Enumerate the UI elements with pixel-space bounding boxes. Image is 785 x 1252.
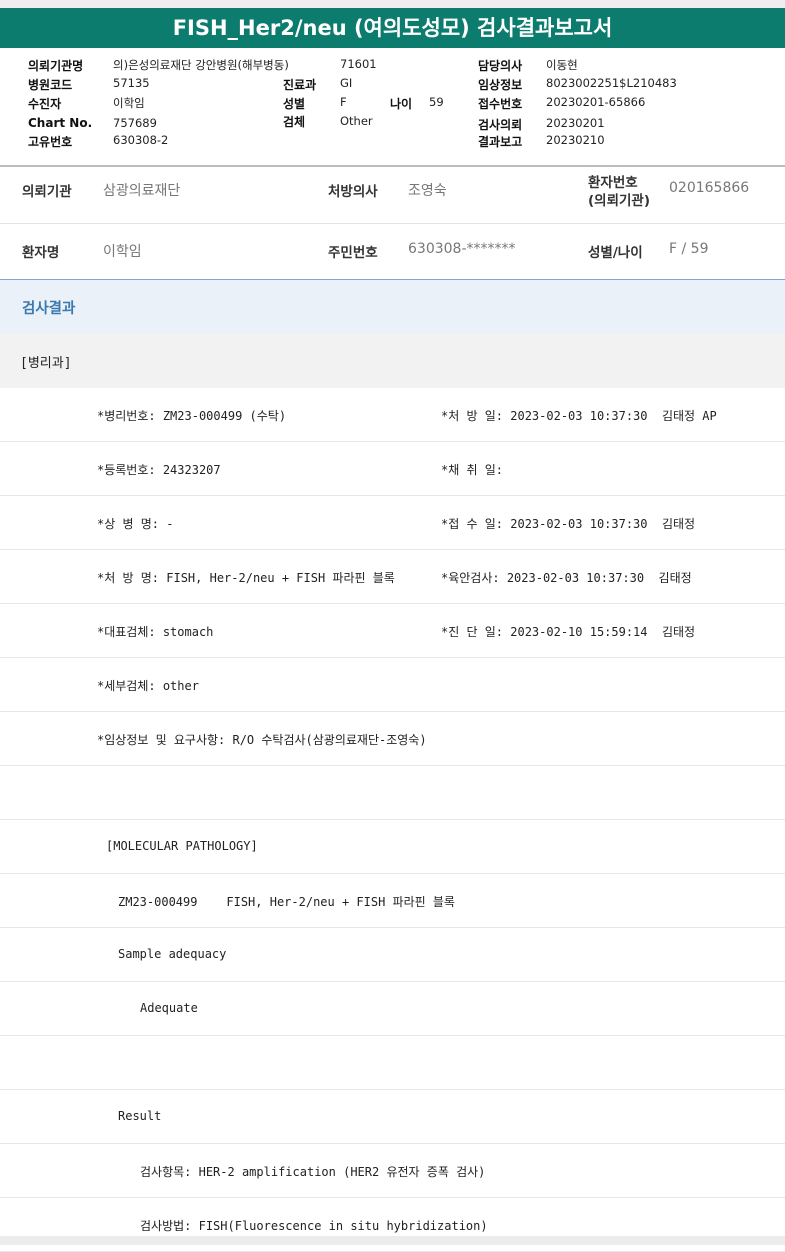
req-inst-value: 의)은성의료재단 강안병원(해부병동) [113,58,289,72]
age-value: 59 [429,95,444,109]
report-title: FISH_Her2/neu (여의도성모) 검사결과보고서 [0,8,785,48]
result-line: *병리번호: ZM23-000499 (수탁) *처 방 일: 2023-02-… [0,388,785,442]
result-line: Sample adequacy [0,928,785,982]
chart-value: 757689 [113,116,157,130]
result-line [0,1036,785,1090]
result-line: *처 방 명: FISH, Her-2/neu + FISH 파라핀 블록 *육… [0,550,785,604]
line-right: *처 방 일: 2023-02-03 10:37:30 김태정 AP [441,409,717,423]
info-pname-label: 환자명 [22,245,60,261]
bottom-scroll-bar[interactable] [0,1236,785,1245]
result-line: [MOLECULAR PATHOLOGY] [0,820,785,874]
line-left: *상 병 명: - [97,517,174,531]
specimen-value: Other [340,114,373,128]
info-presc-label: 처방의사 [328,184,378,200]
result-line: ZM23-000499 FISH, Her-2/neu + FISH 파라핀 블… [0,874,785,928]
chart-label: Chart No. [28,116,93,130]
result-line [0,766,785,820]
patient-value: 이학임 [113,96,145,110]
department-label: [병리과] [20,356,72,371]
receipt-value: 20230201-65866 [546,95,646,109]
hosp-code-label: 병원코드 [28,78,73,92]
unique-value: 630308-2 [113,133,169,147]
doctor-value: 이동현 [546,58,578,72]
info-row-2: 환자명 이학임 주민번호 630308-******* 성별/나이 F / 59 [0,223,785,280]
patient-info: 의뢰기관 삼광의료재단 처방의사 조영숙 환자번호 (의뢰기관) 0201658… [0,167,785,280]
result-line: Result [0,1090,785,1144]
report-header: 의뢰기관명 의)은성의료재단 강안병원(해부병동) 71601 담당의사 이동현… [0,48,785,167]
specimen-label: 검체 [283,115,306,129]
age-label: 나이 [390,97,413,111]
report-label: 결과보고 [478,135,523,149]
department-bar: [병리과] [0,334,785,388]
line-left: 검사항목: HER-2 amplification (HER2 유전자 증폭 검… [140,1165,486,1179]
line-left: *처 방 명: FISH, Her-2/neu + FISH 파라핀 블록 [97,571,395,585]
request-label: 검사의뢰 [478,118,523,132]
line-left: Result [118,1109,162,1123]
dept-value: GI [340,76,353,90]
result-title: 검사결과 [22,301,76,317]
report-value: 20230210 [546,133,605,147]
result-line: *세부검체: other [0,658,785,712]
line-right: *채 취 일: [441,463,504,477]
clinical-value: 8023002251$L210483 [546,76,677,90]
info-rrn-label: 주민번호 [328,245,378,261]
line-left: [MOLECULAR PATHOLOGY] [106,839,258,853]
info-pno-value: 020165866 [669,180,750,196]
line-right: *접 수 일: 2023-02-03 10:37:30 김태정 [441,517,696,531]
info-sexage-value: F / 59 [669,241,709,257]
result-line: Adequate [0,982,785,1036]
result-line: *상 병 명: - *접 수 일: 2023-02-03 10:37:30 김태… [0,496,785,550]
line-right: *육안검사: 2023-02-03 10:37:30 김태정 [441,571,692,585]
info-req-inst-label: 의뢰기관 [22,184,72,200]
result-lines: *병리번호: ZM23-000499 (수탁) *처 방 일: 2023-02-… [0,388,785,1252]
line-left: ZM23-000499 FISH, Her-2/neu + FISH 파라핀 블… [118,895,455,909]
doctor-label: 담당의사 [478,59,523,73]
clinical-label: 임상정보 [478,78,523,92]
sex-value: F [340,95,347,109]
top-band [0,0,785,8]
line-right: *진 단 일: 2023-02-10 15:59:14 김태정 [441,625,696,639]
info-row-1: 의뢰기관 삼광의료재단 처방의사 조영숙 환자번호 (의뢰기관) 0201658… [0,167,785,224]
line-left: *등록번호: 24323207 [97,463,221,477]
info-sexage-label: 성별/나이 [588,245,643,261]
info-pno-label-1: 환자번호 [588,175,638,191]
patient-label: 수진자 [28,97,62,111]
line-left: Adequate [140,1001,198,1015]
line-left: *임상정보 및 요구사항: R/O 수탁검사(삼광의료재단-조영숙) [97,733,427,747]
result-line: 검사항목: HER-2 amplification (HER2 유전자 증폭 검… [0,1144,785,1198]
request-value: 20230201 [546,116,605,130]
dept-label: 진료과 [283,78,317,92]
info-rrn-value: 630308-******* [408,241,516,257]
info-pname-value: 이학임 [103,244,142,260]
req-inst-label: 의뢰기관명 [28,59,84,73]
info-req-inst-value: 삼광의료재단 [103,183,181,199]
result-section-header: 검사결과 [0,279,785,334]
info-presc-value: 조영숙 [408,183,447,199]
sex-label: 성별 [283,97,306,111]
line-left: 검사방법: FISH(Fluorescence in situ hybridiz… [140,1219,488,1233]
hosp-code-value: 57135 [113,76,150,90]
result-line: *대표검체: stomach *진 단 일: 2023-02-10 15:59:… [0,604,785,658]
unique-label: 고유번호 [28,135,73,149]
line-left: *병리번호: ZM23-000499 (수탁) [97,409,287,423]
req-inst-code: 71601 [340,57,377,71]
info-pno-label-2: (의뢰기관) [588,193,651,209]
result-line: *등록번호: 24323207 *채 취 일: [0,442,785,496]
result-line: *임상정보 및 요구사항: R/O 수탁검사(삼광의료재단-조영숙) [0,712,785,766]
line-left: *대표검체: stomach [97,625,214,639]
receipt-label: 접수번호 [478,97,523,111]
line-left: *세부검체: other [97,679,199,693]
line-left: Sample adequacy [118,947,227,961]
